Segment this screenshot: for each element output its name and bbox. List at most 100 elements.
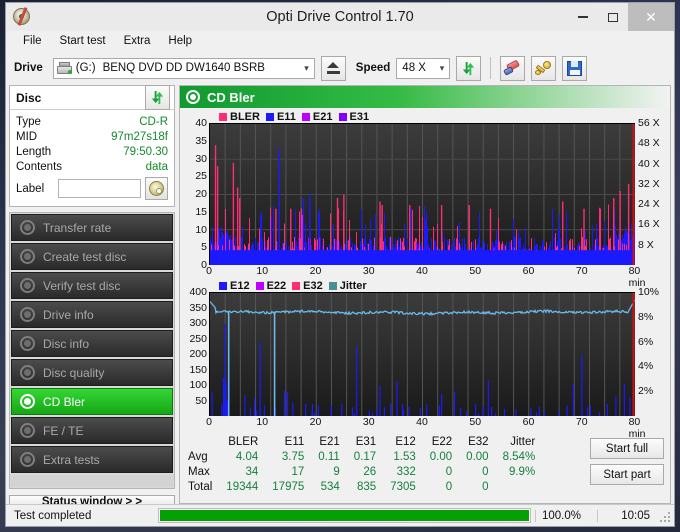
- disc-icon: [20, 365, 35, 380]
- drive-letter: (G:): [75, 62, 96, 74]
- main-panel: CD Bler BLER E11 E21 E31 0 5 10 15 20 25…: [179, 85, 671, 504]
- sidebar-item-verify-test-disc[interactable]: Verify test disc: [11, 272, 173, 299]
- x-tick-label: 10: [256, 265, 269, 277]
- col-head-blank: [186, 434, 219, 449]
- y-tick-label: 5: [201, 241, 207, 254]
- sidebar-item-fe-te[interactable]: FE / TE: [11, 417, 173, 444]
- elapsed-time: 10:05: [597, 509, 655, 522]
- maximize-button[interactable]: [598, 3, 628, 31]
- start-part-button[interactable]: Start part: [590, 464, 664, 485]
- toolbar-divider: [490, 57, 492, 79]
- eject-button[interactable]: [320, 55, 346, 81]
- sidebar-item-create-test-disc[interactable]: Create test disc: [11, 243, 173, 270]
- y-tick-label: 30: [195, 152, 207, 165]
- y-tick-label: 150: [189, 363, 207, 376]
- y-tick-label: 25: [195, 170, 207, 183]
- plot-area-bottom[interactable]: [209, 292, 635, 416]
- legend-label: E11: [276, 110, 296, 123]
- menu-bar: File Start test Extra Help: [6, 31, 674, 52]
- col-head-e22: E22: [431, 435, 453, 448]
- sidebar-item-disc-info[interactable]: Disc info: [11, 330, 173, 357]
- legend-swatch: [292, 281, 301, 290]
- disc-row-key: Type: [16, 115, 41, 128]
- legend-item-jitter: Jitter: [328, 279, 367, 292]
- y-tick-label: 6%: [638, 335, 654, 348]
- drive-label: Drive: [14, 62, 43, 74]
- sidebar-item-extra-tests[interactable]: Extra tests: [11, 446, 173, 473]
- chart-legend-bottom: E12 E22 E32 Jitter: [183, 279, 667, 292]
- minimize-button[interactable]: [568, 3, 598, 31]
- disc-row-contents: Contents data: [16, 159, 168, 174]
- cell-max-e22: 0: [445, 465, 453, 478]
- disc-icon: [20, 220, 35, 235]
- x-tick-label: 50: [469, 265, 482, 277]
- refresh-disc-button[interactable]: [145, 85, 170, 110]
- legend-item-bler: BLER: [219, 111, 260, 123]
- save-button[interactable]: [562, 55, 588, 81]
- plot-area-top[interactable]: [209, 123, 635, 265]
- menu-start-test[interactable]: Start test: [51, 33, 115, 49]
- y-tick-label: 35: [195, 134, 207, 147]
- menu-file[interactable]: File: [14, 33, 51, 49]
- sidebar-item-cd-bler[interactable]: CD Bler: [11, 388, 173, 415]
- erase-disc-button[interactable]: [500, 55, 526, 81]
- disc-row-key: MID: [16, 130, 38, 143]
- table-row: Total 19344 17975 534 835 7305 0 0: [186, 479, 542, 494]
- y-tick-label: 20: [195, 188, 207, 200]
- x-tick-label: 30: [362, 265, 375, 277]
- refresh-icon: [461, 61, 476, 76]
- resize-grip-icon[interactable]: [658, 510, 670, 522]
- disc-icon: [20, 394, 35, 409]
- cell-max-bler: 34: [245, 465, 259, 478]
- sidebar-item-drive-info[interactable]: Drive info: [11, 301, 173, 328]
- legend-item-e31: E31: [338, 111, 369, 123]
- x-axis-bottom: 0 10 20 30 40 50 60 70 80 min: [183, 416, 667, 440]
- y-tick-label: 10%: [638, 286, 660, 298]
- nav-filler: [11, 475, 173, 487]
- read-label-button[interactable]: [145, 177, 168, 200]
- refresh-drive-button[interactable]: [456, 55, 482, 81]
- y-axis-left-top: 0 5 10 15 20 25 30 35 40: [183, 117, 209, 271]
- disc-icon: [20, 249, 35, 264]
- start-full-button[interactable]: Start full: [590, 438, 664, 459]
- disc-icon: [20, 307, 35, 322]
- legend-label: Jitter: [339, 279, 367, 292]
- menu-help[interactable]: Help: [159, 33, 201, 49]
- refresh-icon: [150, 90, 165, 105]
- settings-key-button[interactable]: [531, 55, 557, 81]
- speed-select[interactable]: 48 X ▾: [396, 57, 451, 79]
- left-sidebar: Disc Type CD-R MID 97m27s18f Length 79:5…: [9, 84, 175, 509]
- chart-cd-bler-errors: BLER E11 E21 E31 0 5 10 15 20 25 30 35 4…: [183, 110, 667, 290]
- status-text: Test completed: [14, 509, 92, 522]
- legend-swatch: [338, 112, 347, 121]
- y-tick-label: 2%: [638, 385, 654, 398]
- panel-title: CD Bler: [207, 89, 255, 105]
- panel-header: CD Bler: [180, 86, 670, 108]
- eraser-icon: [503, 59, 521, 76]
- cell-avg-jitter: 8.54%: [502, 450, 536, 463]
- drive-icon: [56, 61, 73, 76]
- legend-swatch: [255, 281, 264, 290]
- cell-avg-e31: 0.17: [353, 450, 377, 463]
- row-label-total: Total: [188, 480, 213, 493]
- drive-select[interactable]: (G:) BENQ DVD DD DW1640 BSRB ▾: [52, 57, 315, 79]
- y-tick-label: 300: [189, 317, 207, 329]
- cell-avg-e21: 0.11: [318, 450, 340, 463]
- sidebar-item-transfer-rate[interactable]: Transfer rate: [11, 214, 173, 241]
- close-button[interactable]: ✕: [628, 3, 674, 31]
- legend-label: E32: [303, 279, 323, 292]
- test-nav-list: Transfer rate Create test disc Verify te…: [9, 212, 175, 489]
- legend-item-e21: E21: [301, 111, 333, 123]
- progress-percent: 100.0%: [535, 509, 597, 522]
- disc-label-input[interactable]: [58, 179, 141, 198]
- legend-item-e11: E11: [265, 110, 296, 123]
- sidebar-item-label: Transfer rate: [43, 220, 112, 235]
- table-row: Max 34 17 9 26 332 0 0 9.9%: [186, 464, 542, 479]
- disc-row-key: Contents: [16, 160, 63, 173]
- menu-extra[interactable]: Extra: [115, 33, 160, 49]
- start-buttons: Start full Start part: [590, 434, 664, 494]
- window-body: Disc Type CD-R MID 97m27s18f Length 79:5…: [6, 84, 674, 509]
- sidebar-item-disc-quality[interactable]: Disc quality: [11, 359, 173, 386]
- cell-max-e11: 17: [291, 465, 305, 478]
- legend-label: E12: [230, 279, 250, 292]
